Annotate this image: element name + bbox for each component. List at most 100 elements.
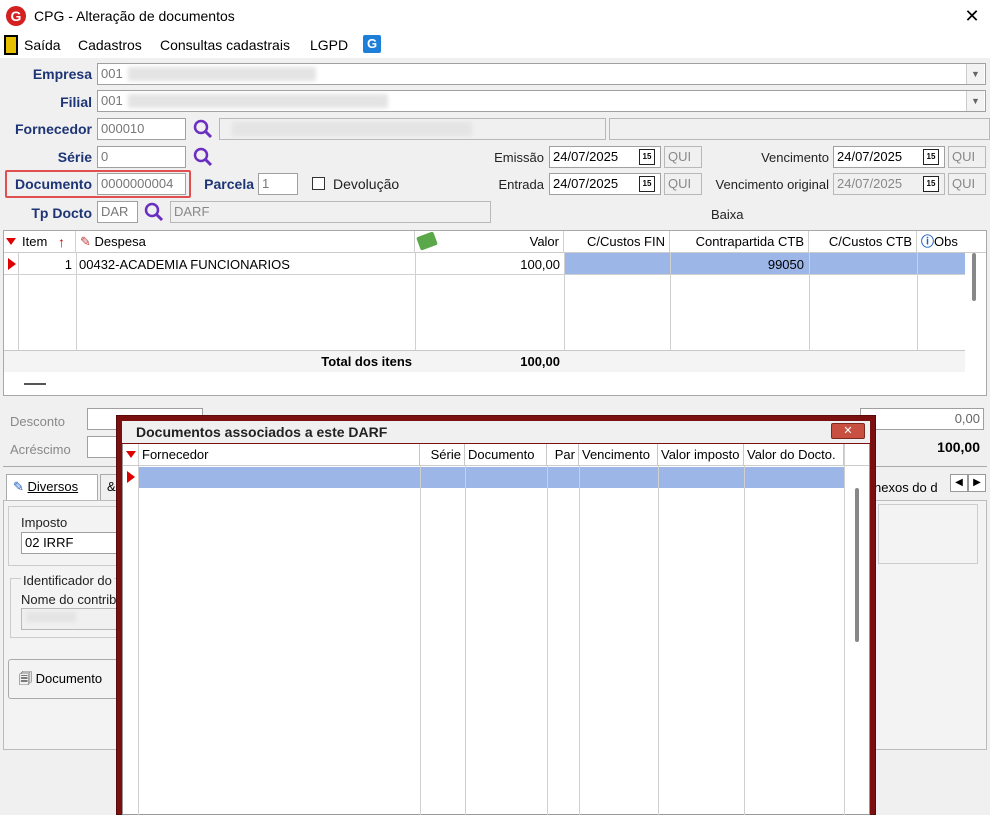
fornecedor-code-input[interactable]: 000010 [97,118,186,140]
dialog-close-icon[interactable]: ✕ [831,423,865,439]
emissao-weekday: QUI [664,146,702,168]
calendar-icon: 15 [923,176,939,192]
exit-door-icon[interactable] [4,35,18,55]
vencimento-original-weekday: QUI [948,173,986,195]
filial-label: Filial [60,94,92,110]
dialog-grid [122,444,870,815]
row-despesa[interactable]: 00432-ACADEMIA FUNCIONARIOS [79,257,290,272]
col-cc-ctb[interactable]: C/Custos CTB [809,231,917,253]
dialog-scrollbar[interactable] [855,488,859,642]
empresa-label: Empresa [32,66,92,82]
vencimento-original-label: Vencimento original [715,177,829,192]
dcol-documento[interactable]: Documento [465,444,547,466]
redacted-text [232,122,472,136]
window-title: CPG - Alteração de documentos [34,8,235,24]
col-obs[interactable]: ⓘObs [917,231,967,253]
total-label: Total dos itens [321,354,412,369]
emissao-label: Emissão [494,150,544,165]
col-despesa[interactable]: ✎ Despesa [76,231,415,253]
row-pointer-icon [127,471,135,483]
serie-input[interactable]: 0 [97,146,186,168]
parcela-input[interactable]: 1 [258,173,298,195]
documento-button[interactable]: 🗐 Documento [8,659,120,699]
baixa-label: Baixa [711,207,744,222]
row-contrapartida[interactable]: 99050 [672,257,804,272]
sort-arrow-icon[interactable] [6,238,16,245]
tab-anexos[interactable]: nexos do d [874,480,938,495]
dcol-vencimento[interactable]: Vencimento [579,444,658,466]
fornecedor-label: Fornecedor [14,121,92,137]
dialog-selected-row[interactable] [139,467,844,488]
redacted-text [26,612,76,622]
divider [809,253,810,351]
dcol-fornecedor[interactable]: Fornecedor [139,444,420,466]
divider [579,466,580,815]
menu-saida[interactable]: Saída [24,37,61,53]
redacted-text [128,67,316,81]
vencimento-label: Vencimento [761,150,829,165]
acrescimo-label: Acréscimo [10,442,71,457]
tab-diversos[interactable]: ✎ Diversos [6,474,98,500]
dcol-valor-imposto[interactable]: Valor imposto [658,444,744,466]
documento-input[interactable]: 0000000004 [97,173,186,195]
divider [744,466,745,815]
identificador-label: Identificador do [21,573,114,588]
tpdocto-label: Tp Docto [31,205,92,221]
menu-lgpd[interactable]: LGPD [310,37,348,53]
close-icon[interactable]: ✕ [960,3,984,29]
row-item[interactable]: 1 [18,257,72,272]
dcol-par[interactable]: Par [547,444,579,466]
row-pointer-icon [8,258,16,270]
total-value: 100,00 [520,354,560,369]
app-logo-icon: G [6,6,26,26]
g-app-icon[interactable]: G [363,35,381,53]
search-icon[interactable] [192,146,214,168]
menu-cadastros[interactable]: Cadastros [78,37,142,53]
divider [564,253,565,351]
calendar-icon[interactable]: 15 [639,176,655,192]
row-valor[interactable]: 100,00 [418,257,560,272]
vencimento-weekday: QUI [948,146,986,168]
sort-icon: ↑ [58,234,65,250]
tab-prev-icon[interactable]: ◀ [950,474,968,492]
nome-contribuinte-label: Nome do contrib [21,592,117,607]
imposto-select[interactable]: 02 IRRF [21,532,121,554]
divider [844,444,845,815]
col-item[interactable]: Item [18,231,76,253]
col-valor[interactable]: Valor [415,231,564,253]
menu-consultas-cadastrais[interactable]: Consultas cadastrais [160,37,290,53]
parcela-label: Parcela [204,176,254,192]
tpdocto-code-input[interactable]: DAR [97,201,138,223]
fornecedor-extra-field [609,118,990,140]
divider [547,466,548,815]
entrada-label: Entrada [498,177,544,192]
devolucao-checkbox[interactable] [312,177,325,190]
dcol-serie[interactable]: Série [420,444,465,466]
serie-label: Série [57,149,92,165]
tpdocto-desc-field: DARF [170,201,491,223]
divider [138,444,139,815]
calendar-icon[interactable]: 15 [923,149,939,165]
search-icon[interactable] [192,118,214,140]
dialog-title: Documentos associados a este DARF [122,421,870,443]
chevron-down-icon[interactable]: ▼ [966,91,984,111]
panel-group [878,504,978,564]
calendar-icon[interactable]: 15 [639,149,655,165]
tab-next-icon[interactable]: ▶ [968,474,986,492]
col-contrapartida[interactable]: Contrapartida CTB [670,231,809,253]
dcol-valor-docto[interactable]: Valor do Docto. [744,444,844,466]
col-cc-fin[interactable]: C/Custos FIN [564,231,670,253]
grid-footer-dash [24,383,46,385]
sort-arrow-icon[interactable] [126,451,136,458]
document-search-icon: 🗐 [19,671,32,686]
divider [4,274,965,275]
chevron-down-icon[interactable]: ▼ [966,64,984,84]
divider [420,466,421,815]
imposto-label: Imposto [21,515,68,530]
scrollbar[interactable] [972,253,976,301]
entrada-weekday: QUI [664,173,702,195]
total-value-2: 100,00 [937,439,980,455]
total-value-1: 0,00 [860,408,984,430]
desconto-label: Desconto [10,414,65,429]
search-icon[interactable] [143,201,165,223]
